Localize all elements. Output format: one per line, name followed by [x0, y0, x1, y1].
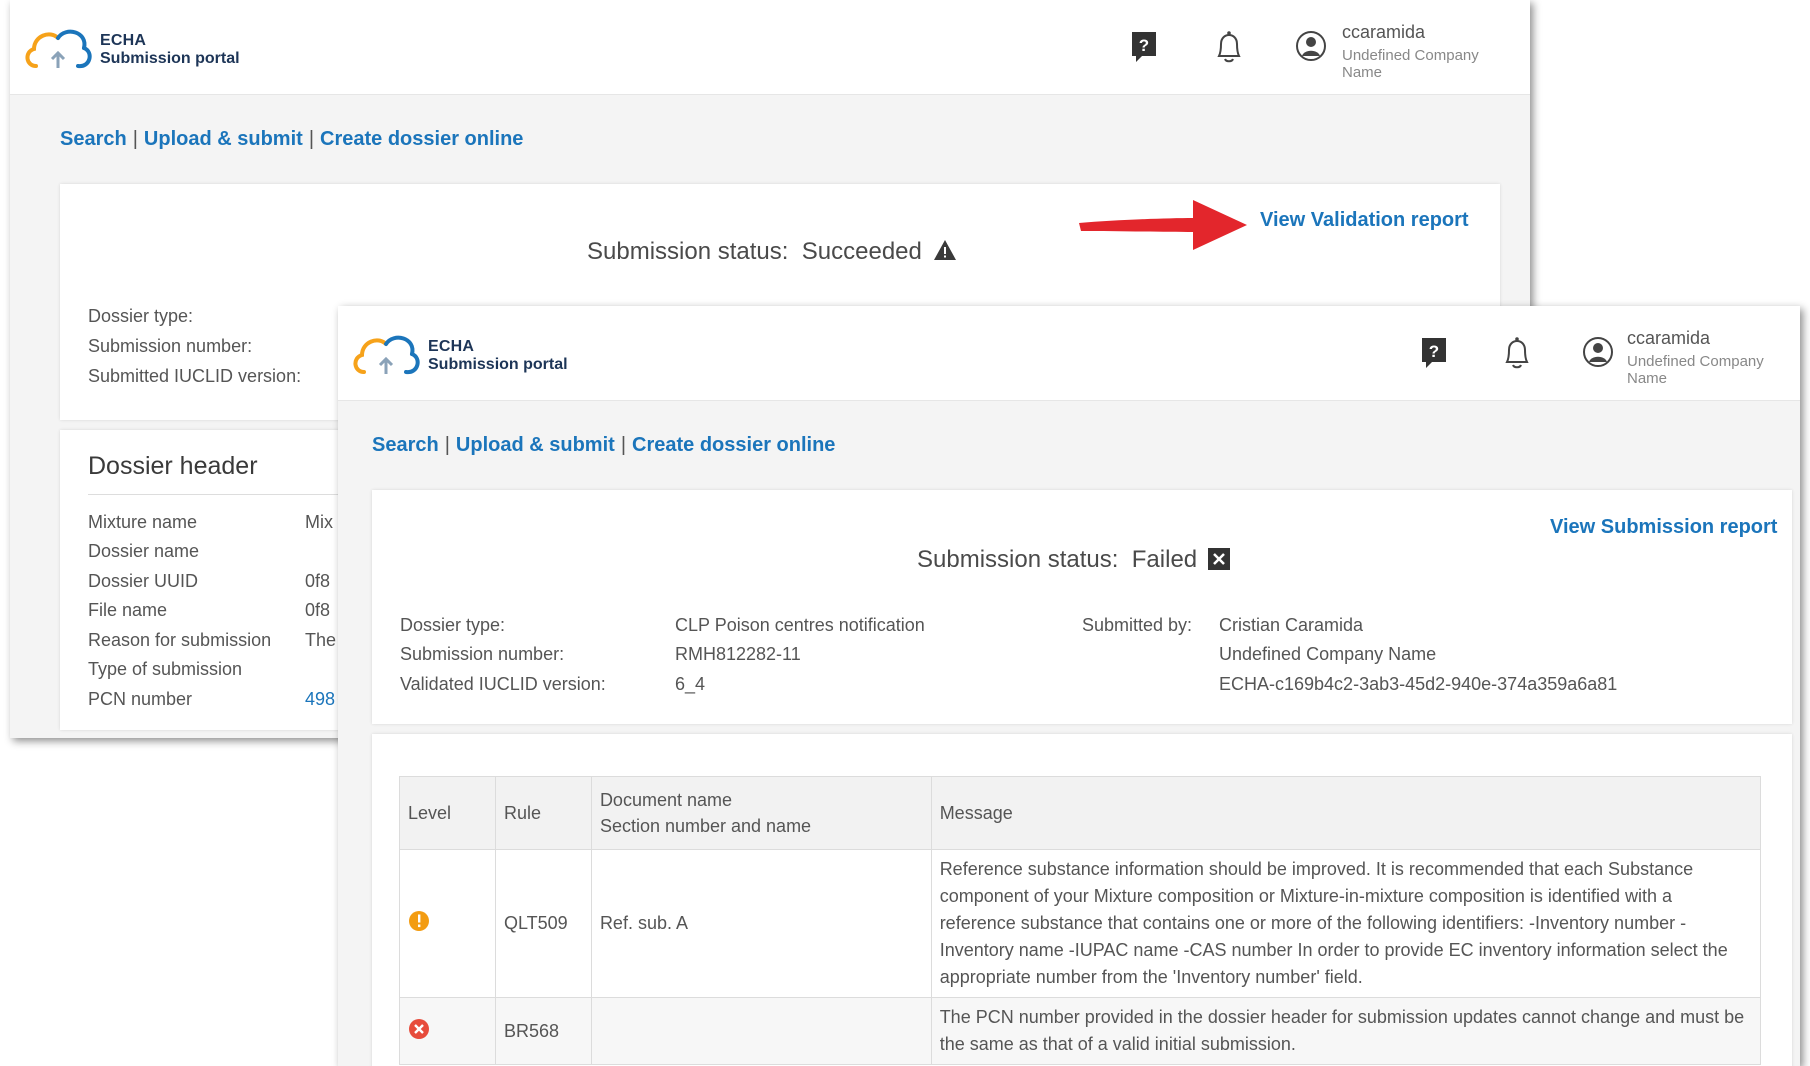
- nav-upload-submit-link[interactable]: Upload & submit: [456, 434, 615, 456]
- cell-message: Reference substance information should b…: [930, 849, 1762, 998]
- table-row: QLT509 Ref. sub. A Reference substance i…: [399, 849, 1762, 998]
- failed-x-icon: [1207, 548, 1230, 570]
- echa-logo[interactable]: ECHA Submission portal: [22, 22, 262, 82]
- value-submission-number: RMH812282-11: [675, 644, 801, 664]
- top-bar: ECHA Submission portal ? ccaramida Undef…: [338, 306, 1800, 401]
- main-nav: Search | Upload & submit | Create dossier on…: [60, 128, 524, 150]
- validation-results-table: Level Rule Document name Section number a…: [399, 776, 1762, 1065]
- label-submission-number: Submission number:: [400, 644, 565, 664]
- submission-status: Submission status: Succeeded: [587, 238, 957, 266]
- label-submitted-by: Submitted by:: [1082, 615, 1193, 635]
- help-icon[interactable]: ?: [1420, 336, 1448, 375]
- column-header-rule: Rule: [494, 776, 592, 850]
- cell-level: [399, 849, 496, 998]
- warning-level-icon: [409, 911, 429, 931]
- summary-label-submission-number: Submission number:: [88, 336, 253, 356]
- svg-text:?: ?: [1139, 36, 1149, 55]
- column-header-document: Document name Section number and name: [590, 776, 932, 850]
- red-arrow-annotation-icon: [1079, 200, 1247, 250]
- company-name: Undefined Company Name: [1342, 47, 1479, 81]
- table-row: BR568 The PCN number provided in the dos…: [399, 997, 1762, 1065]
- logo-text-echa: ECHA: [428, 338, 475, 355]
- label-dossier-type: Dossier type:: [400, 615, 506, 635]
- label-iuclid-version: Validated IUCLID version:: [400, 674, 606, 694]
- logo-text-echa: ECHA: [100, 32, 147, 49]
- logo-text-portal: Submission portal: [428, 356, 568, 373]
- cloud-upload-logo-icon: [25, 29, 92, 69]
- value-submitter-id: ECHA-c169b4c2-3ab3-45d2-940e-374a359a6a8…: [1219, 674, 1618, 694]
- value-submitter-company: Undefined Company Name: [1219, 644, 1437, 664]
- notification-bell-icon[interactable]: [1214, 30, 1244, 69]
- cell-document: Ref. sub. A: [590, 849, 932, 998]
- view-validation-report-link[interactable]: View Validation report: [1260, 209, 1469, 232]
- nav-search-link[interactable]: Search: [60, 128, 127, 150]
- nav-search-link[interactable]: Search: [372, 434, 439, 456]
- nav-create-dossier-link[interactable]: Create dossier online: [632, 434, 835, 456]
- nav-upload-submit-link[interactable]: Upload & submit: [144, 128, 303, 150]
- cell-document: [590, 997, 932, 1065]
- username[interactable]: ccaramida: [1627, 328, 1710, 349]
- header-label: Type of submission: [88, 659, 243, 679]
- cell-level: [399, 997, 496, 1065]
- cell-rule: BR568: [494, 997, 592, 1065]
- header-label: Dossier UUID: [88, 571, 199, 591]
- svg-text:?: ?: [1429, 342, 1439, 361]
- pcn-number-link[interactable]: 498: [305, 689, 335, 710]
- column-header-message: Message: [930, 776, 1762, 850]
- validation-results-card: Level Rule Document name Section number a…: [372, 734, 1792, 1066]
- submission-summary-card: View Submission report Submission status…: [372, 490, 1792, 724]
- warning-triangle-icon: [933, 240, 956, 260]
- nav-create-dossier-link[interactable]: Create dossier online: [320, 128, 523, 150]
- top-bar: ECHA Submission portal ? ccaramida Undef…: [10, 0, 1530, 95]
- summary-label-dossier-type: Dossier type:: [88, 306, 194, 326]
- cell-rule: QLT509: [494, 849, 592, 998]
- header-value: 0f8: [305, 571, 331, 591]
- header-label: Mixture name: [88, 512, 198, 532]
- header-value: The: [305, 630, 337, 650]
- header-value: 0f8: [305, 600, 331, 620]
- username[interactable]: ccaramida: [1342, 22, 1425, 43]
- value-dossier-type: CLP Poison centres notification: [675, 615, 925, 635]
- error-level-icon: [409, 1018, 429, 1039]
- view-submission-report-link[interactable]: View Submission report: [1550, 516, 1777, 539]
- header-label: PCN number: [88, 689, 193, 709]
- company-name: Undefined Company Name: [1627, 353, 1764, 387]
- user-avatar-icon[interactable]: [1582, 336, 1614, 373]
- cloud-upload-logo-icon: [353, 335, 420, 375]
- column-header-level: Level: [399, 776, 496, 850]
- header-label: Reason for submission: [88, 630, 272, 650]
- table-header-row: Level Rule Document name Section number a…: [399, 776, 1762, 850]
- header-label: File name: [88, 600, 168, 620]
- dossier-header-title: Dossier header: [88, 452, 258, 480]
- logo-text-portal: Submission portal: [100, 50, 240, 67]
- user-avatar-icon[interactable]: [1295, 30, 1327, 67]
- help-icon[interactable]: ?: [1130, 30, 1158, 69]
- echa-logo[interactable]: ECHA Submission portal: [350, 328, 590, 388]
- header-label: Dossier name: [88, 541, 200, 561]
- cell-message: The PCN number provided in the dossier h…: [930, 997, 1762, 1065]
- value-iuclid-version: 6_4: [675, 674, 706, 694]
- summary-label-iuclid-version: Submitted IUCLID version:: [88, 366, 302, 386]
- value-submitter-name: Cristian Caramida: [1219, 615, 1364, 635]
- header-value: Mix: [305, 512, 333, 532]
- main-nav: Search | Upload & submit | Create dossier on…: [372, 434, 836, 456]
- submission-status: Submission status: Failed: [917, 546, 1230, 574]
- notification-bell-icon[interactable]: [1502, 336, 1532, 375]
- window-failed-submission: ECHA Submission portal ? ccaramida Undef…: [338, 306, 1800, 1066]
